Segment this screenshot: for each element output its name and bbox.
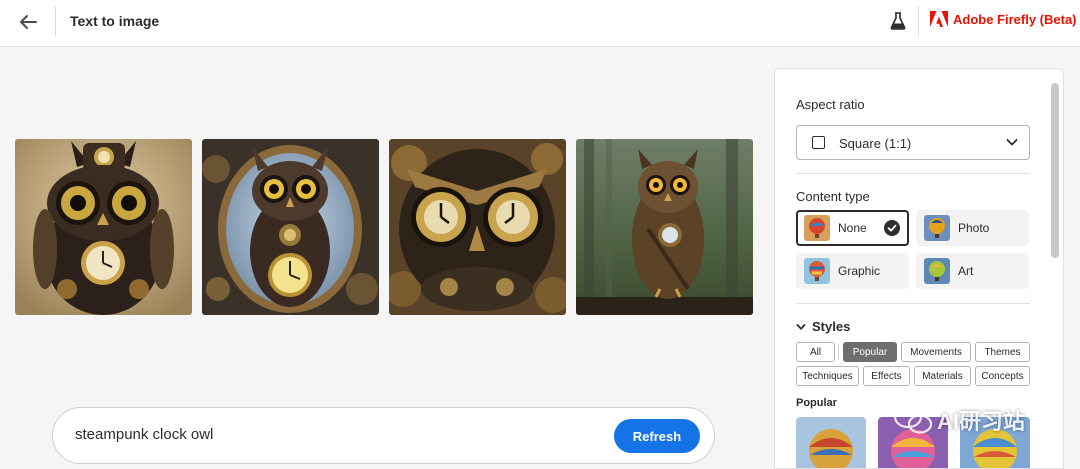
content-type-none-label: None [838,221,867,235]
watermark-text: AI研习站 [937,409,1026,434]
style-filter-techniques[interactable]: Techniques [796,366,859,386]
generated-image-4[interactable] [576,139,753,315]
content-type-graphic-label: Graphic [838,264,881,278]
style-filter-effects[interactable]: Effects [863,366,910,386]
chevron-down-icon [1006,139,1018,146]
content-type-art[interactable]: Art [916,253,1029,289]
balloon-thumbnail [924,258,950,284]
top-bar: Text to image Adobe Firefly (Beta) [0,0,1080,47]
balloon-thumbnail [804,215,830,241]
generated-image-3[interactable] [389,139,566,315]
content-type-graphic[interactable]: Graphic [796,253,909,289]
refresh-button[interactable]: Refresh [614,419,700,453]
balloon-thumbnail [924,215,950,241]
owl-image [576,139,753,315]
header-divider [55,6,56,36]
labs-button[interactable] [887,10,909,32]
prompt-input[interactable] [75,426,595,443]
content-type-none[interactable]: None [796,210,909,246]
content-type-label: Content type [796,189,870,204]
checkmark-icon [884,220,900,236]
generated-image-1[interactable] [15,139,192,315]
aspect-ratio-value: Square (1:1) [839,136,912,151]
style-filter-movements[interactable]: Movements [901,342,971,362]
back-button[interactable] [14,8,42,36]
content-type-photo[interactable]: Photo [916,210,1029,246]
brand[interactable]: Adobe Firefly (Beta) [930,11,1077,27]
aspect-ratio-label: Aspect ratio [796,97,865,112]
style-filter-all[interactable]: All [796,342,835,362]
brand-name: Adobe Firefly (Beta) [953,11,1077,27]
chip-divider [838,345,839,359]
square-icon [812,136,825,149]
header-divider [918,6,919,36]
adobe-logo-icon [930,11,948,27]
aspect-ratio-dropdown[interactable]: Square (1:1) [796,125,1030,160]
panel-scrollbar[interactable] [1051,83,1059,258]
owl-image [15,139,192,315]
style-filter-materials[interactable]: Materials [914,366,971,386]
arrow-left-icon [20,15,37,29]
flask-icon [890,12,906,30]
styles-title: Styles [812,319,851,334]
style-filter-popular[interactable]: Popular [843,342,897,362]
content-type-art-label: Art [958,264,974,278]
page-title: Text to image [70,13,160,29]
divider [796,173,1030,174]
watermark: AI研习站 [893,404,1025,436]
generated-image-2[interactable] [202,139,379,315]
divider [796,303,1030,304]
styles-section-toggle[interactable]: Styles [796,319,850,334]
owl-image [389,139,566,315]
style-filter-themes[interactable]: Themes [975,342,1030,362]
style-thumbnail-1[interactable] [796,417,866,468]
owl-image [202,139,379,315]
popular-styles-label: Popular [796,397,837,409]
balloon-thumbnail [804,258,830,284]
content-type-photo-label: Photo [958,221,990,235]
wechat-icon [893,405,933,434]
style-filter-concepts[interactable]: Concepts [975,366,1030,386]
prompt-bar: Refresh [52,407,715,464]
chevron-down-icon [796,323,806,330]
